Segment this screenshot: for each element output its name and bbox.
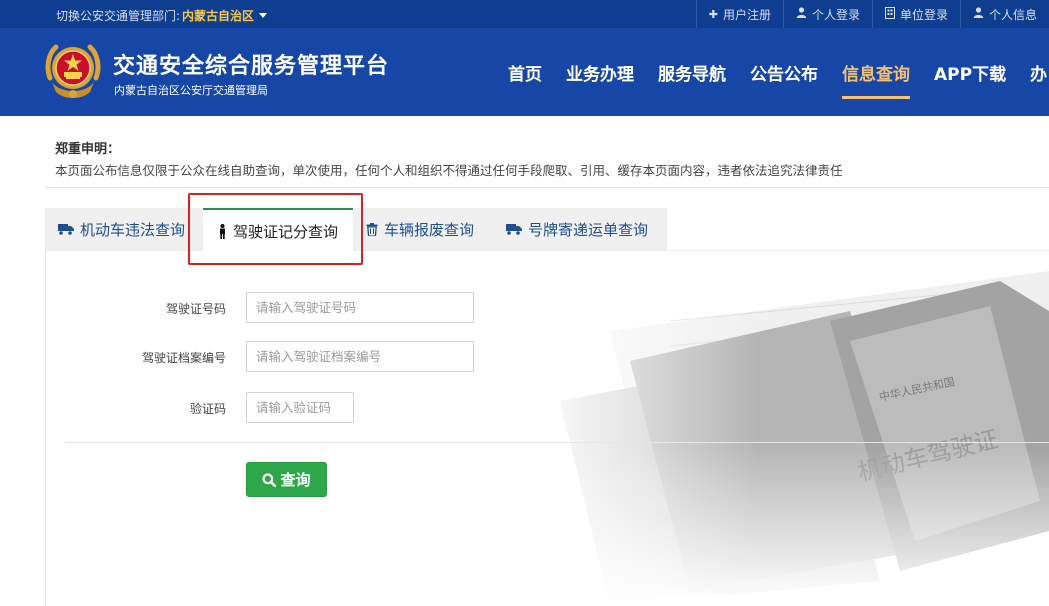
nav-info-query[interactable]: 信息查询 xyxy=(830,28,922,116)
user-icon xyxy=(796,7,807,21)
police-emblem-icon[interactable] xyxy=(44,38,102,102)
current-region[interactable]: 内蒙古自治区 xyxy=(182,9,254,23)
unit-login-label: 单位登录 xyxy=(899,7,948,22)
nav-business[interactable]: 业务办理 xyxy=(554,28,646,116)
tab-label: 机动车违法查询 xyxy=(80,220,186,239)
caret-down-icon[interactable] xyxy=(259,13,268,18)
unit-login-link[interactable]: 单位登录 xyxy=(871,0,960,28)
form-divider xyxy=(65,442,1049,443)
query-button[interactable]: 查询 xyxy=(246,462,327,497)
tab-label: 号牌寄递运单查询 xyxy=(528,220,649,239)
captcha-input[interactable] xyxy=(246,392,354,423)
building-icon xyxy=(884,6,895,22)
personal-login-link[interactable]: 个人登录 xyxy=(782,0,872,28)
personal-info-link[interactable]: 个人信息 xyxy=(959,0,1049,28)
license-file-number-label: 驾驶证档案编号 xyxy=(141,351,226,365)
register-label: 用户注册 xyxy=(722,7,771,22)
personal-info-label: 个人信息 xyxy=(988,7,1037,22)
nav-announcements[interactable]: 公告公布 xyxy=(738,28,830,116)
search-icon xyxy=(262,472,277,487)
trash-icon xyxy=(366,222,378,236)
personal-login-label: 个人登录 xyxy=(811,7,860,22)
platform-subtitle: 内蒙古自治区公安厅交通管理局 xyxy=(114,84,268,97)
notice-title: 郑重申明： xyxy=(55,142,121,157)
register-link[interactable]: ✚ 用户注册 xyxy=(695,0,783,28)
nav-home[interactable]: 首页 xyxy=(496,28,554,116)
license-number-input[interactable] xyxy=(246,292,474,323)
license-background-image: 中华人民共和国 机动车驾驶证 xyxy=(520,251,1049,606)
truck-icon xyxy=(58,223,74,235)
nav-more[interactable]: 办 xyxy=(1018,28,1049,116)
tab-plate-delivery[interactable]: 号牌寄递运单查询 xyxy=(506,208,648,250)
nav-service-guide[interactable]: 服务导航 xyxy=(646,28,738,116)
department-switcher[interactable]: 切换公安交通管理部门: 内蒙古自治区 xyxy=(56,7,268,24)
truck-icon xyxy=(506,223,522,235)
platform-title: 交通安全综合服务管理平台 xyxy=(113,54,390,79)
tab-label: 驾驶证记分查询 xyxy=(232,222,338,241)
top-utility-bar: 切换公安交通管理部门: 内蒙古自治区 ✚ 用户注册 个人登录 单位登录 个人信息 xyxy=(0,0,1049,28)
license-number-label: 驾驶证号码 xyxy=(165,302,226,316)
notice-text: 本页面公布信息仅限于公众在线自助查询，单次使用，任何个人和组织不得通过任何手段爬… xyxy=(55,163,843,178)
site-header: 交通安全综合服务管理平台 内蒙古自治区公安厅交通管理局 首页 业务办理 服务导航… xyxy=(0,28,1049,116)
content-top-border xyxy=(45,250,1049,251)
person-icon xyxy=(218,223,227,239)
license-file-number-input[interactable] xyxy=(246,341,474,372)
captcha-label: 验证码 xyxy=(189,402,226,416)
divider xyxy=(45,187,1049,188)
nav-app-download[interactable]: APP下载 xyxy=(922,28,1018,116)
tab-license-points[interactable]: 驾驶证记分查询 xyxy=(203,208,353,252)
account-links: ✚ 用户注册 个人登录 单位登录 个人信息 xyxy=(695,0,1049,28)
plus-icon: ✚ xyxy=(708,7,718,21)
content-left-border xyxy=(45,250,46,606)
main-nav: 首页 业务办理 服务导航 公告公布 信息查询 APP下载 办 xyxy=(496,28,1049,116)
tab-label: 车辆报废查询 xyxy=(384,220,475,239)
tab-vehicle-scrap[interactable]: 车辆报废查询 xyxy=(366,208,474,250)
user-icon xyxy=(973,7,984,21)
department-switch-label: 切换公安交通管理部门: xyxy=(56,9,181,23)
query-button-label: 查询 xyxy=(280,471,311,489)
tab-vehicle-violation[interactable]: 机动车违法查询 xyxy=(58,208,185,250)
